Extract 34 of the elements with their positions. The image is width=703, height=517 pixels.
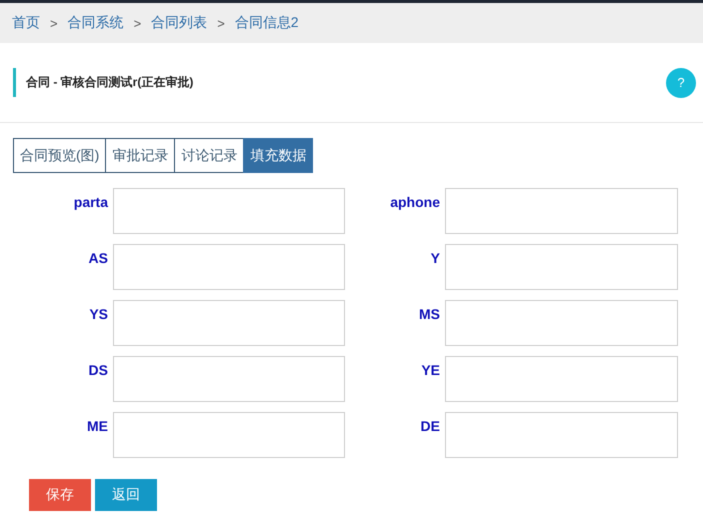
field-label: YS [89,305,108,324]
field-label: DS [88,361,108,380]
breadcrumb-link[interactable]: 合同系统 [68,14,124,32]
input-field[interactable] [113,300,345,346]
back-button[interactable]: 返回 [95,479,157,511]
tab[interactable]: 合同预览(图) [13,138,106,173]
breadcrumb-link[interactable]: 首页 [12,14,40,32]
input-field[interactable] [445,300,678,346]
field-label: DE [420,417,440,436]
breadcrumb-separator: > [134,16,142,30]
field-label: Y [430,249,440,268]
field-label: aphone [390,193,440,212]
breadcrumb-separator: > [50,16,58,30]
field-label: ME [87,417,108,436]
field-label: parta [74,193,108,212]
tab[interactable]: 审批记录 [105,138,176,173]
input-field[interactable] [113,356,345,402]
tab[interactable]: 讨论记录 [174,138,244,173]
input-field[interactable] [113,412,345,458]
input-field[interactable] [113,244,345,290]
breadcrumb-link[interactable]: 合同列表 [151,14,208,32]
input-field[interactable] [445,188,678,234]
field-label: MS [419,305,440,324]
save-button[interactable]: 保存 [29,479,91,511]
input-field[interactable] [113,188,345,234]
tab[interactable]: 填充数据 [243,138,314,173]
input-field[interactable] [445,356,678,402]
page-title: 合同 - 审核合同测试r(正在审批) [13,68,194,97]
input-field[interactable] [445,412,678,458]
input-field[interactable] [445,244,678,290]
field-label: AS [88,249,108,268]
breadcrumb-separator: > [217,16,225,30]
field-label: YE [421,361,440,380]
breadcrumb-link[interactable]: 合同信息2 [234,14,299,32]
